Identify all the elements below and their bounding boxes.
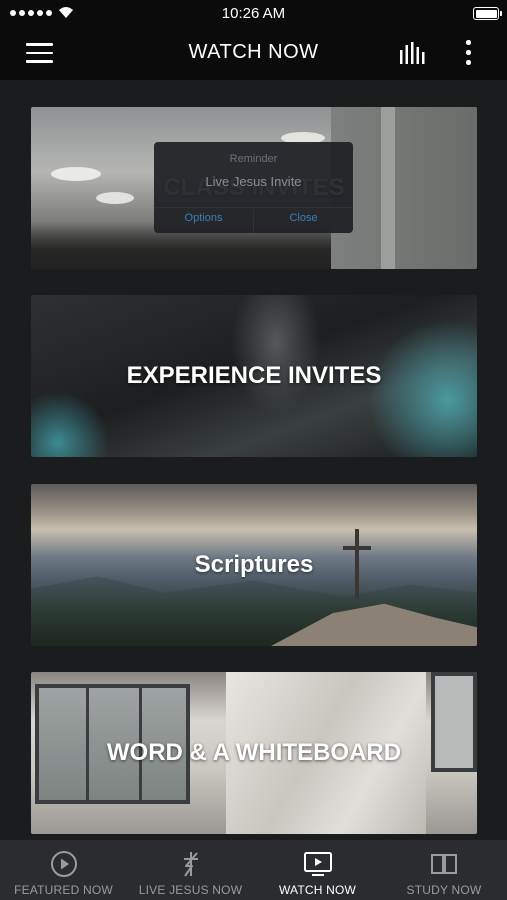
raised-hand	[231, 295, 321, 415]
tv-play-icon	[303, 852, 332, 876]
equalizer-icon[interactable]	[399, 41, 429, 65]
card-word-and-a-whiteboard[interactable]: WORD & A WHITEBOARD	[31, 672, 477, 834]
page-title: WATCH NOW	[188, 41, 319, 63]
status-time: 10:26 AM	[221, 5, 286, 22]
stage-light	[31, 385, 121, 457]
tab-study-now[interactable]: STUDY NOW	[381, 840, 507, 900]
card-label: WORD & A WHITEBOARD	[106, 739, 402, 766]
lightning-cross-icon	[183, 852, 198, 877]
tab-label: FEATURED NOW	[14, 883, 113, 897]
card-experience-invites[interactable]: EXPERIENCE INVITES	[31, 295, 477, 457]
tab-watch-now[interactable]: WATCH NOW	[254, 840, 381, 900]
popup-title: Reminder	[229, 153, 278, 165]
card-scriptures[interactable]: Scriptures	[31, 484, 477, 646]
book-icon	[431, 854, 457, 874]
tab-featured-now[interactable]: FEATURED NOW	[0, 840, 127, 900]
tab-label: WATCH NOW	[278, 883, 357, 897]
tab-live-jesus-now[interactable]: LIVE JESUS NOW	[127, 840, 254, 900]
tab-label: LIVE JESUS NOW	[138, 883, 243, 897]
more-options-icon[interactable]	[463, 40, 473, 66]
play-circle-icon	[50, 851, 77, 877]
tab-label: STUDY NOW	[406, 883, 482, 897]
cross-beam	[343, 546, 371, 550]
reminder-popup: Reminder Live Jesus Invite Options Close	[154, 142, 353, 233]
battery-icon	[473, 7, 502, 20]
popup-close-button[interactable]: Close	[254, 212, 353, 224]
status-bar: 10:26 AM	[0, 0, 507, 26]
popup-options-button[interactable]: Options	[154, 212, 253, 224]
card-label: EXPERIENCE INVITES	[126, 362, 382, 389]
top-navigation: WATCH NOW	[0, 26, 507, 80]
card-label: Scriptures	[194, 551, 314, 578]
popup-message: Live Jesus Invite	[205, 174, 302, 189]
bottom-tab-bar: FEATURED NOW LIVE JESUS NOW WATCH NOW ST…	[0, 840, 507, 900]
